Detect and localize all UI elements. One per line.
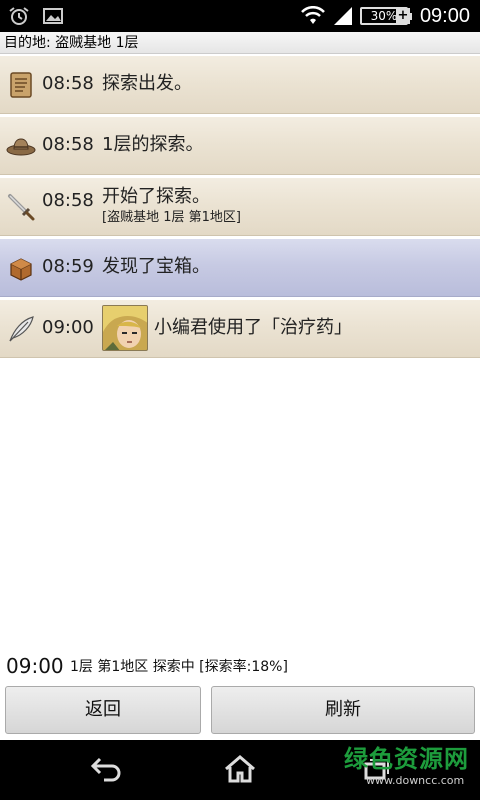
scroll-icon <box>10 72 32 98</box>
nav-home-icon[interactable] <box>222 754 258 784</box>
battery-percent: 30% <box>370 9 398 23</box>
log-row: 08:58 开始了探索。 [盗贼基地 1层 第1地区] <box>0 178 480 236</box>
nav-back-icon[interactable] <box>88 754 124 784</box>
log-row: 08:59 发现了宝箱。 <box>0 239 480 297</box>
log-location: [盗贼基地 1层 第1地区] <box>102 210 241 225</box>
image-notification-icon <box>43 8 63 24</box>
footer-time: 09:00 <box>6 654 64 678</box>
hat-icon <box>6 138 36 156</box>
treasure-chest-icon <box>10 258 32 281</box>
alarm-icon <box>9 7 29 25</box>
log-row: 09:00 小编君使用了「治疗药」 <box>0 300 480 358</box>
exploration-status: 09:00 1层 第1地区 探索中 [探索率:18%] <box>0 652 480 680</box>
log-time: 09:00 <box>42 317 94 338</box>
destination-label: 目的地: 盗贼基地 1层 <box>0 32 480 54</box>
log-text: 探索出发。 <box>102 73 192 94</box>
watermark-url: www.downcc.com <box>366 774 465 787</box>
character-avatar <box>102 305 148 351</box>
exploration-log[interactable]: 08:58 探索出发。 08:58 1层的探索。 08:58 开始了探索。 [盗… <box>0 56 480 361</box>
character-portrait-icon <box>103 306 147 350</box>
signal-icon <box>334 7 352 25</box>
log-text: 小编君使用了「治疗药」 <box>154 317 352 338</box>
log-time: 08:58 <box>42 190 94 211</box>
sword-icon <box>8 194 35 221</box>
log-text: 开始了探索。 <box>102 186 210 207</box>
footer-status-text: 1层 第1地区 探索中 [探索率:18%] <box>70 659 288 675</box>
refresh-button[interactable]: 刷新 <box>211 686 475 734</box>
log-time: 08:58 <box>42 73 94 94</box>
log-row: 08:58 1层的探索。 <box>0 117 480 175</box>
feather-icon <box>9 316 34 342</box>
log-text: 发现了宝箱。 <box>102 256 210 277</box>
log-row: 08:58 探索出发。 <box>0 56 480 114</box>
back-button[interactable]: 返回 <box>5 686 201 734</box>
log-text: 1层的探索。 <box>102 134 204 155</box>
wifi-icon <box>301 6 325 24</box>
log-time: 08:59 <box>42 256 94 277</box>
log-time: 08:58 <box>42 134 94 155</box>
watermark-text: 绿色资源网 <box>344 745 469 773</box>
watermark-logo: 绿色资源网 www.downcc.com <box>344 744 478 796</box>
status-bar: 30% + 09:00 <box>0 0 480 32</box>
charging-icon: + <box>396 8 410 24</box>
status-time: 09:00 <box>419 5 470 27</box>
